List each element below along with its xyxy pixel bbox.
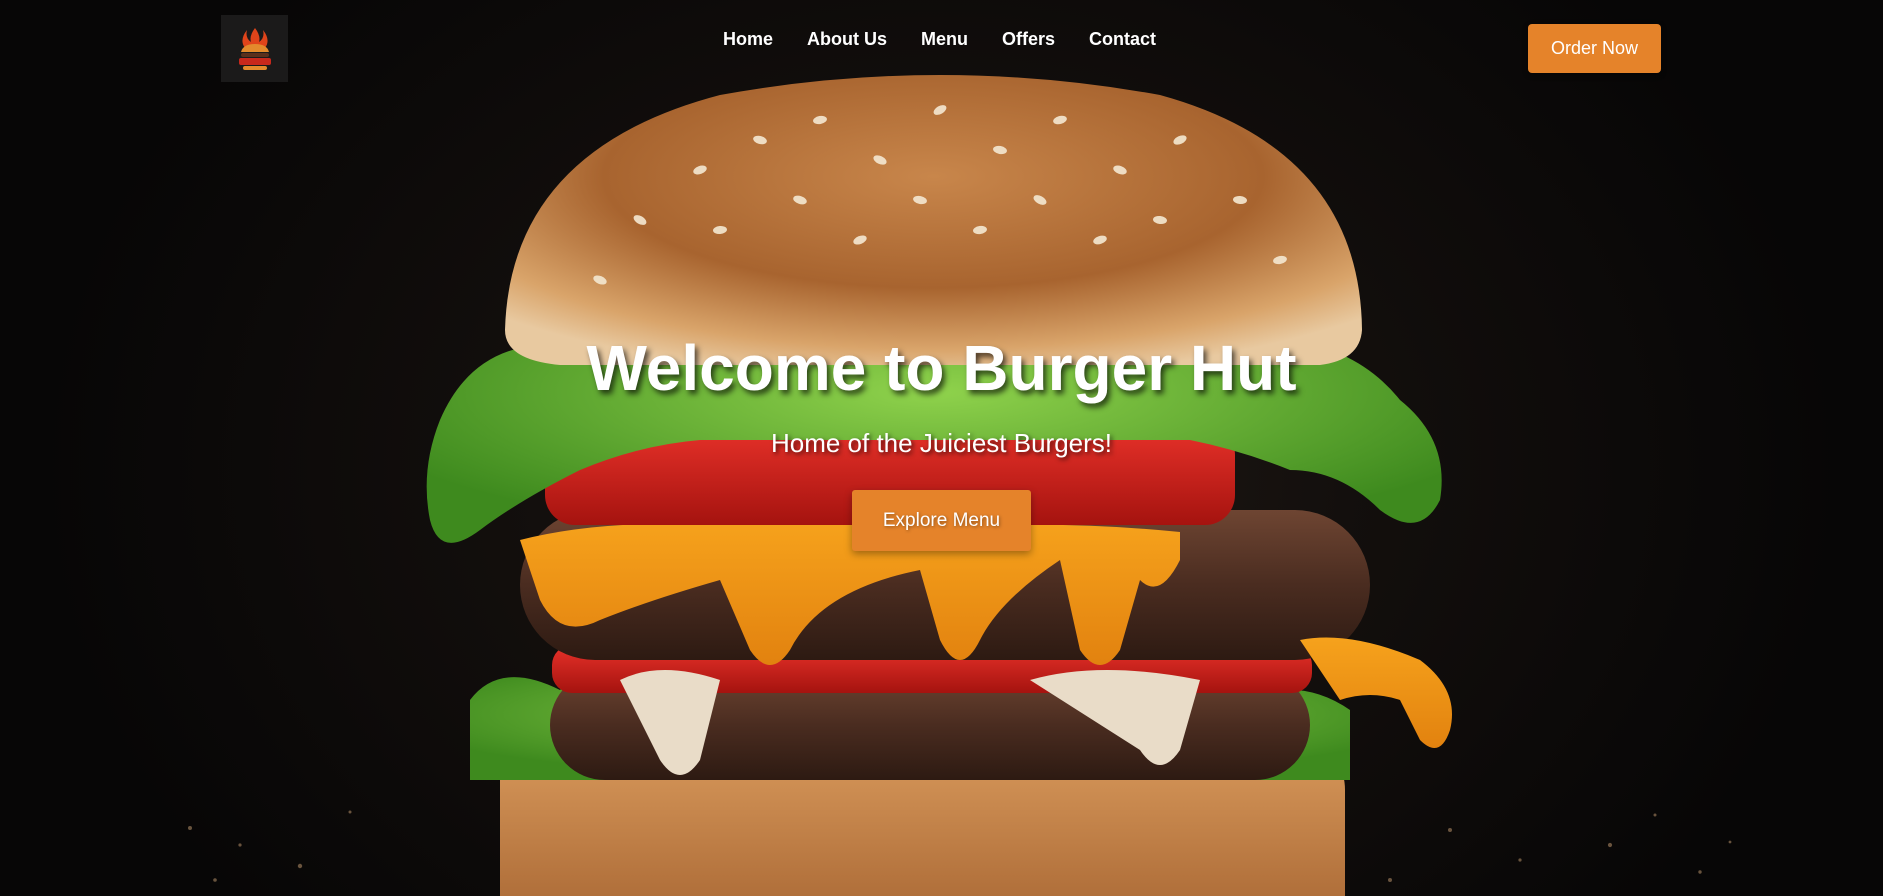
hero-subtitle: Home of the Juiciest Burgers! — [770, 428, 1113, 458]
order-now-button[interactable]: Order Now — [1528, 24, 1661, 73]
top-navigation: Home About Us Menu Offers Contact Order … — [0, 0, 1883, 96]
nav-link-home[interactable]: Home — [723, 26, 773, 52]
hero-page: Home About Us Menu Offers Contact Order … — [0, 0, 1883, 896]
nav-link-offers[interactable]: Offers — [1002, 26, 1055, 52]
hero-section: Welcome to Burger Hut Home of the Juicie… — [0, 330, 1883, 551]
explore-menu-button[interactable]: Explore Menu — [852, 490, 1031, 551]
nav-link-menu[interactable]: Menu — [921, 26, 968, 52]
hero-title: Welcome to Burger Hut — [586, 332, 1297, 404]
nav-link-about-us[interactable]: About Us — [807, 26, 887, 52]
nav-link-contact[interactable]: Contact — [1089, 26, 1156, 52]
